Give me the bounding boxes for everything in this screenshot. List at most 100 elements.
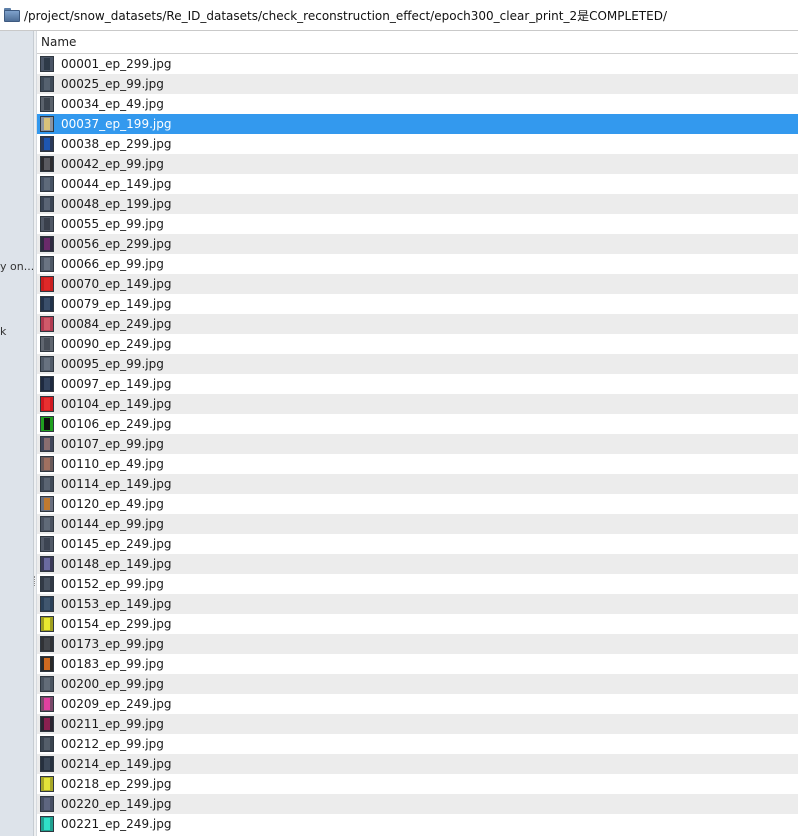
- file-row[interactable]: 00025_ep_99.jpg: [37, 74, 798, 94]
- current-path[interactable]: /project/snow_datasets/Re_ID_datasets/ch…: [24, 7, 667, 24]
- file-name: 00211_ep_99.jpg: [61, 717, 164, 731]
- file-name: 00095_ep_99.jpg: [61, 357, 164, 371]
- image-thumbnail-icon: [40, 236, 54, 252]
- image-thumbnail-icon: [40, 716, 54, 732]
- file-row[interactable]: 00001_ep_299.jpg: [37, 54, 798, 74]
- file-name: 00090_ep_249.jpg: [61, 337, 172, 351]
- file-name: 00070_ep_149.jpg: [61, 277, 172, 291]
- file-name: 00148_ep_149.jpg: [61, 557, 172, 571]
- image-thumbnail-icon: [40, 136, 54, 152]
- file-row[interactable]: 00152_ep_99.jpg: [37, 574, 798, 594]
- image-thumbnail-icon: [40, 756, 54, 772]
- file-name: 00154_ep_299.jpg: [61, 617, 172, 631]
- image-thumbnail-icon: [40, 216, 54, 232]
- file-row[interactable]: 00048_ep_199.jpg: [37, 194, 798, 214]
- image-thumbnail-icon: [40, 456, 54, 472]
- column-header-name[interactable]: Name: [37, 31, 798, 54]
- file-row[interactable]: 00220_ep_149.jpg: [37, 794, 798, 814]
- file-row[interactable]: 00209_ep_249.jpg: [37, 694, 798, 714]
- image-thumbnail-icon: [40, 736, 54, 752]
- file-row[interactable]: 00042_ep_99.jpg: [37, 154, 798, 174]
- file-name: 00038_ep_299.jpg: [61, 137, 172, 151]
- image-thumbnail-icon: [40, 356, 54, 372]
- file-row[interactable]: 00037_ep_199.jpg: [37, 114, 798, 134]
- file-row[interactable]: 00153_ep_149.jpg: [37, 594, 798, 614]
- image-thumbnail-icon: [40, 576, 54, 592]
- file-name: 00153_ep_149.jpg: [61, 597, 172, 611]
- file-row[interactable]: 00066_ep_99.jpg: [37, 254, 798, 274]
- image-thumbnail-icon: [40, 116, 54, 132]
- path-bar[interactable]: /project/snow_datasets/Re_ID_datasets/ch…: [0, 0, 798, 31]
- file-name: 00120_ep_49.jpg: [61, 497, 164, 511]
- file-row[interactable]: 00110_ep_49.jpg: [37, 454, 798, 474]
- file-row[interactable]: 00211_ep_99.jpg: [37, 714, 798, 734]
- file-row[interactable]: 00104_ep_149.jpg: [37, 394, 798, 414]
- file-row[interactable]: 00095_ep_99.jpg: [37, 354, 798, 374]
- file-row[interactable]: 00221_ep_249.jpg: [37, 814, 798, 834]
- file-row[interactable]: 00084_ep_249.jpg: [37, 314, 798, 334]
- file-name: 00212_ep_99.jpg: [61, 737, 164, 751]
- file-name: 00107_ep_99.jpg: [61, 437, 164, 451]
- file-row[interactable]: 00144_ep_99.jpg: [37, 514, 798, 534]
- file-row[interactable]: 00154_ep_299.jpg: [37, 614, 798, 634]
- file-row[interactable]: 00218_ep_299.jpg: [37, 774, 798, 794]
- file-name: 00183_ep_99.jpg: [61, 657, 164, 671]
- file-name: 00042_ep_99.jpg: [61, 157, 164, 171]
- file-row[interactable]: 00107_ep_99.jpg: [37, 434, 798, 454]
- file-list[interactable]: Name 00001_ep_299.jpg 00025_ep_99.jpg 0003…: [37, 31, 798, 836]
- left-pane-text-fragment[interactable]: y on...: [0, 260, 33, 273]
- file-row[interactable]: 00079_ep_149.jpg: [37, 294, 798, 314]
- file-row[interactable]: 00106_ep_249.jpg: [37, 414, 798, 434]
- column-header-label: Name: [41, 35, 77, 49]
- image-thumbnail-icon: [40, 796, 54, 812]
- file-row[interactable]: 00145_ep_249.jpg: [37, 534, 798, 554]
- file-name: 00055_ep_99.jpg: [61, 217, 164, 231]
- image-thumbnail-icon: [40, 176, 54, 192]
- file-row[interactable]: 00183_ep_99.jpg: [37, 654, 798, 674]
- folder-icon: [4, 8, 20, 22]
- file-row[interactable]: 00034_ep_49.jpg: [37, 94, 798, 114]
- file-row[interactable]: 00055_ep_99.jpg: [37, 214, 798, 234]
- image-thumbnail-icon: [40, 776, 54, 792]
- image-thumbnail-icon: [40, 516, 54, 532]
- file-name: 00218_ep_299.jpg: [61, 777, 172, 791]
- file-name: 00110_ep_49.jpg: [61, 457, 164, 471]
- image-thumbnail-icon: [40, 316, 54, 332]
- file-name: 00044_ep_149.jpg: [61, 177, 172, 191]
- file-row[interactable]: 00090_ep_249.jpg: [37, 334, 798, 354]
- file-row[interactable]: 00173_ep_99.jpg: [37, 634, 798, 654]
- file-row[interactable]: 00212_ep_99.jpg: [37, 734, 798, 754]
- file-name: 00173_ep_99.jpg: [61, 637, 164, 651]
- splitter-grip[interactable]: [34, 576, 36, 586]
- file-row[interactable]: 00070_ep_149.jpg: [37, 274, 798, 294]
- image-thumbnail-icon: [40, 96, 54, 112]
- file-row[interactable]: 00097_ep_149.jpg: [37, 374, 798, 394]
- image-thumbnail-icon: [40, 156, 54, 172]
- image-thumbnail-icon: [40, 396, 54, 412]
- image-thumbnail-icon: [40, 416, 54, 432]
- file-row[interactable]: 00200_ep_99.jpg: [37, 674, 798, 694]
- image-thumbnail-icon: [40, 256, 54, 272]
- image-thumbnail-icon: [40, 56, 54, 72]
- left-pane[interactable]: y on... k: [0, 31, 33, 836]
- file-name: 00200_ep_99.jpg: [61, 677, 164, 691]
- file-row[interactable]: 00114_ep_149.jpg: [37, 474, 798, 494]
- file-row[interactable]: 00038_ep_299.jpg: [37, 134, 798, 154]
- image-thumbnail-icon: [40, 676, 54, 692]
- file-name: 00066_ep_99.jpg: [61, 257, 164, 271]
- image-thumbnail-icon: [40, 196, 54, 212]
- file-name: 00056_ep_299.jpg: [61, 237, 172, 251]
- file-row[interactable]: 00120_ep_49.jpg: [37, 494, 798, 514]
- file-row[interactable]: 00148_ep_149.jpg: [37, 554, 798, 574]
- file-row[interactable]: 00044_ep_149.jpg: [37, 174, 798, 194]
- image-thumbnail-icon: [40, 536, 54, 552]
- file-name: 00025_ep_99.jpg: [61, 77, 164, 91]
- file-row[interactable]: 00056_ep_299.jpg: [37, 234, 798, 254]
- file-name: 00097_ep_149.jpg: [61, 377, 172, 391]
- file-name: 00209_ep_249.jpg: [61, 697, 172, 711]
- file-name: 00106_ep_249.jpg: [61, 417, 172, 431]
- image-thumbnail-icon: [40, 696, 54, 712]
- file-row[interactable]: 00214_ep_149.jpg: [37, 754, 798, 774]
- left-pane-text-fragment[interactable]: k: [0, 325, 6, 338]
- file-name: 00037_ep_199.jpg: [61, 117, 172, 131]
